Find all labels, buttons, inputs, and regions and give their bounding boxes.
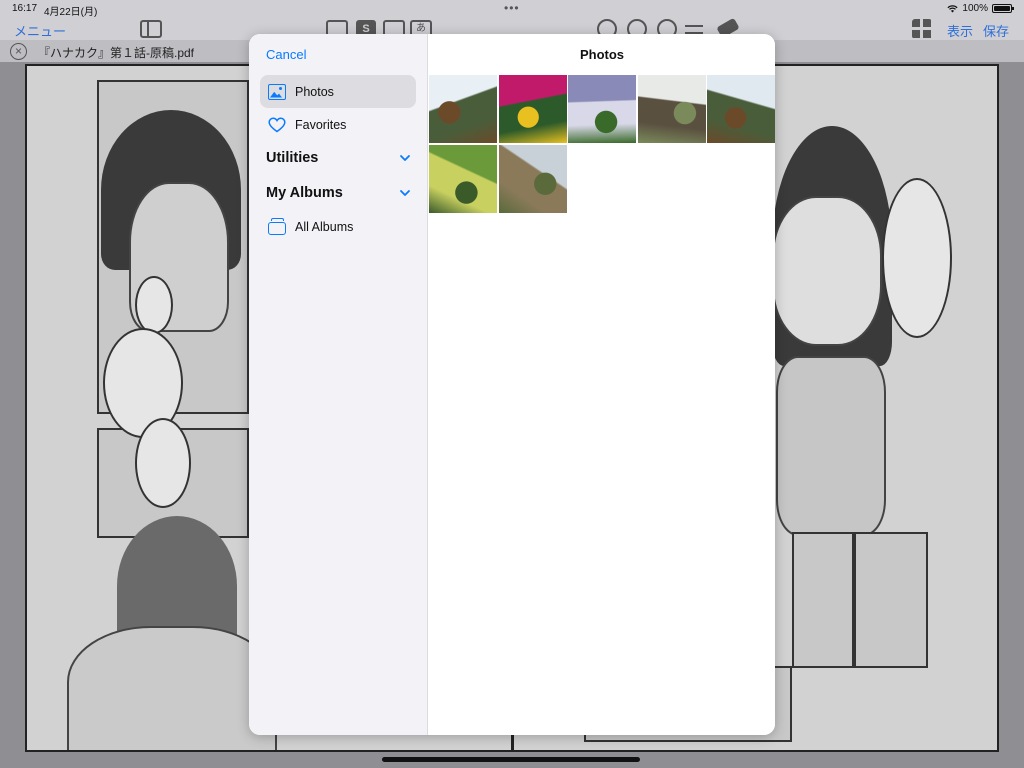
grid-icon[interactable] [912,19,932,39]
speech-bubble [882,178,952,338]
section-utilities[interactable]: Utilities [266,150,412,166]
status-time: 16:17 [12,3,38,14]
multitasking-dots-icon[interactable]: ••• [504,1,520,15]
photo-thumbnail[interactable] [637,75,706,143]
cancel-button[interactable]: Cancel [266,47,306,62]
sidebar-item-photos[interactable]: Photos [260,75,416,108]
section-my-albums[interactable]: My Albums [266,185,412,201]
photo-picker-modal: Cancel Photos Favorites Utilities My Alb… [249,34,775,735]
chevron-down-icon[interactable] [398,188,412,198]
picker-main: Photos [429,34,775,735]
photo-thumbnail[interactable] [498,75,567,143]
home-indicator[interactable] [382,757,640,762]
speech-bubble [135,418,191,508]
section-label: Utilities [266,150,319,166]
file-name[interactable]: 『ハナカク』第１話-原稿.pdf [38,44,194,61]
photo-thumbnail[interactable] [429,75,497,143]
status-date: 4月22日(月) [44,7,98,18]
speech-bubble [135,276,173,334]
battery-percent: 100% [962,3,988,14]
photo-thumbnail[interactable] [429,144,497,213]
sidebar-item-label: Favorites [295,117,347,132]
sidebar-toggle-icon[interactable] [140,20,162,38]
sidebar-item-label: All Albums [295,219,354,234]
battery-icon [992,4,1014,13]
picker-title: Photos [579,47,625,62]
sidebar-item-favorites[interactable]: Favorites [260,108,416,141]
chevron-down-icon[interactable] [398,153,412,163]
albums-icon [268,217,286,235]
manga-panel [854,532,928,668]
sidebar-item-label: Photos [295,84,334,99]
photo-grid [429,75,775,213]
status-indicators: 100% [947,3,1014,14]
sidebar-item-all-albums[interactable]: All Albums [260,210,416,243]
manga-panel [792,532,854,668]
picker-sidebar: Cancel Photos Favorites Utilities My Alb… [249,34,428,735]
photo-thumbnail[interactable] [568,75,636,143]
close-icon[interactable]: × [10,43,27,60]
save-button[interactable]: 保存 [983,21,1009,40]
view-button[interactable]: 表示 [947,21,973,40]
photos-icon [268,83,286,100]
photo-thumbnail[interactable] [498,144,567,213]
section-label: My Albums [266,185,343,201]
menu-button[interactable]: メニュー [14,21,66,40]
status-bar: 16:17 4月22日(月) ••• 100% [0,0,1024,18]
photo-thumbnail[interactable] [707,75,775,143]
heart-icon [268,117,286,133]
wifi-icon [947,4,958,13]
